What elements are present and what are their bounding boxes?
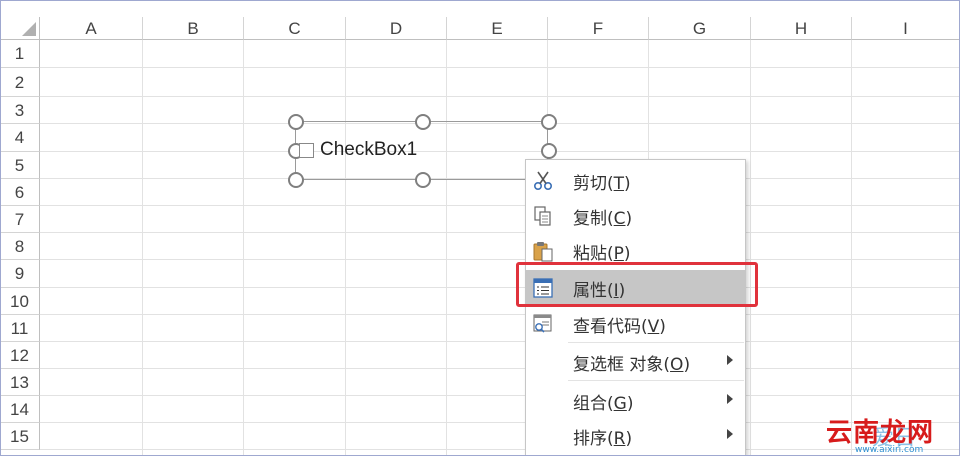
row-header-1[interactable]: 1 — [0, 40, 40, 68]
checkbox-square[interactable] — [299, 143, 314, 158]
grid-row-line — [40, 205, 960, 206]
grid-row-line — [40, 232, 960, 233]
row-header-8[interactable]: 8 — [0, 233, 40, 260]
row-header-7[interactable]: 7 — [0, 206, 40, 233]
column-header-h[interactable]: H — [751, 17, 852, 40]
clipboard-paste-icon — [532, 240, 554, 262]
column-header-e[interactable]: E — [447, 17, 548, 40]
column-header-f[interactable]: F — [548, 17, 649, 40]
menu-item-copy[interactable]: 复制(C) — [526, 198, 745, 232]
row-header-4[interactable]: 4 — [0, 124, 40, 152]
grid-row-line — [40, 395, 960, 396]
row-header-14[interactable]: 14 — [0, 396, 40, 423]
grid-row-line — [40, 259, 960, 260]
spreadsheet-grid: A B C D E F G H I 1 2 3 4 5 6 7 8 9 10 11 12 13 14 15 — [0, 0, 960, 456]
row-header-12[interactable]: 12 — [0, 342, 40, 369]
menu-item-checkbox-object-shortcut: O — [670, 355, 684, 375]
row-header-9[interactable]: 9 — [0, 260, 40, 288]
view-code-icon — [532, 313, 554, 335]
menu-item-cut-shortcut: T — [613, 174, 625, 194]
column-header-d[interactable]: D — [346, 17, 447, 40]
menu-item-order[interactable]: 排序(R) — [526, 418, 745, 452]
select-all-triangle-icon — [22, 22, 36, 36]
submenu-arrow-icon — [727, 355, 733, 365]
select-all-corner[interactable] — [0, 17, 40, 40]
scissors-icon — [532, 170, 554, 192]
row-header-11[interactable]: 11 — [0, 315, 40, 342]
properties-highlight-box — [516, 262, 758, 307]
menu-item-cut-label: 剪切 — [573, 174, 607, 194]
menu-item-copy-label: 复制 — [573, 209, 607, 229]
row-header-6[interactable]: 6 — [0, 179, 40, 206]
grid-column-line — [142, 40, 143, 456]
column-header-b[interactable]: B — [143, 17, 244, 40]
menu-item-view-code-shortcut: V — [647, 317, 660, 337]
context-menu: 剪切(T) 复制(C) 粘贴(P) 属性(I) 查看代码(V) 复选框 对象(O… — [525, 159, 746, 456]
menu-item-cut[interactable]: 剪切(T) — [526, 163, 745, 197]
menu-item-checkbox-object[interactable]: 复选框 对象(O) — [526, 344, 745, 378]
menu-item-group[interactable]: 组合(G) — [526, 383, 745, 417]
menu-item-view-code-label: 查看代码 — [573, 317, 641, 337]
submenu-arrow-icon — [727, 429, 733, 439]
row-header-2[interactable]: 2 — [0, 68, 40, 97]
grid-row-line — [40, 287, 960, 288]
menu-item-view-code[interactable]: 查看代码(V) — [526, 306, 745, 340]
row-header-13[interactable]: 13 — [0, 369, 40, 396]
menu-item-order-label: 排序 — [573, 429, 607, 449]
grid-column-line — [446, 40, 447, 456]
resize-handle-top-right[interactable] — [541, 114, 557, 130]
grid-row-line — [40, 422, 960, 423]
watermark-url: www.aixiri.com — [855, 445, 924, 455]
grid-row-line — [40, 341, 960, 342]
grid-row-line — [40, 96, 960, 97]
grid-column-line — [243, 40, 244, 456]
menu-item-paste-label: 粘贴 — [573, 244, 607, 264]
menu-item-order-shortcut: R — [613, 429, 626, 449]
menu-item-group-shortcut: G — [613, 394, 627, 414]
menu-separator — [568, 380, 744, 381]
grid-column-line — [851, 40, 852, 456]
top-band — [0, 0, 960, 17]
submenu-arrow-icon — [727, 394, 733, 404]
resize-handle-top-middle[interactable] — [415, 114, 431, 130]
grid-row-line — [40, 368, 960, 369]
copy-icon — [532, 205, 554, 227]
menu-item-paste-shortcut: P — [613, 244, 624, 264]
grid-column-line — [750, 40, 751, 456]
resize-handle-bottom-middle[interactable] — [415, 172, 431, 188]
column-header-c[interactable]: C — [244, 17, 346, 40]
row-header-3[interactable]: 3 — [0, 97, 40, 124]
resize-handle-bottom-left[interactable] — [288, 172, 304, 188]
checkbox-label[interactable]: CheckBox1 — [320, 139, 417, 161]
watermark-logo-text: 云南龙网 — [826, 418, 935, 448]
grid-row-line — [40, 449, 960, 450]
row-header-10[interactable]: 10 — [0, 288, 40, 315]
row-header-5[interactable]: 5 — [0, 152, 40, 179]
row-header-15[interactable]: 15 — [0, 423, 40, 450]
column-header-g[interactable]: G — [649, 17, 751, 40]
column-header-i[interactable]: I — [852, 17, 960, 40]
menu-item-checkbox-object-label: 复选框 对象 — [573, 355, 664, 375]
grid-row-line — [40, 314, 960, 315]
resize-handle-top-left[interactable] — [288, 114, 304, 130]
grid-column-line — [345, 40, 346, 456]
menu-item-copy-shortcut: C — [613, 209, 626, 229]
menu-separator — [568, 342, 744, 343]
grid-row-line — [40, 67, 960, 68]
resize-handle-middle-right[interactable] — [541, 143, 557, 159]
column-header-a[interactable]: A — [40, 17, 143, 40]
menu-item-group-label: 组合 — [573, 394, 607, 414]
